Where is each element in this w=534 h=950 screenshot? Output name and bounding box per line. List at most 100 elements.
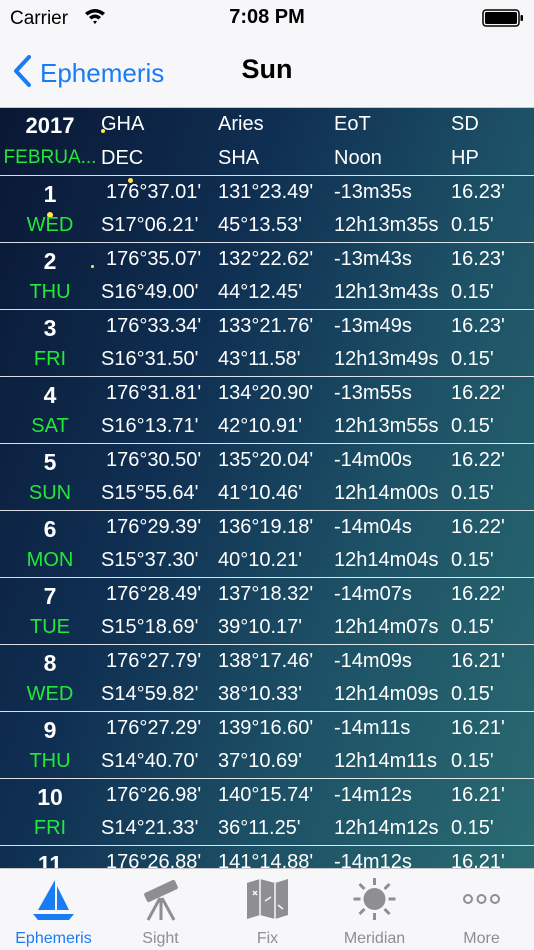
weekday-label: THU <box>29 281 71 303</box>
sd-value: 16.21' <box>451 851 505 868</box>
eot-value: -14m09s <box>334 650 412 672</box>
header-eot: EoT <box>334 113 371 135</box>
weekday-label: TUE <box>30 616 70 638</box>
sha-value: 42°10.91' <box>218 415 303 437</box>
gha-value: 176°35.07' <box>106 248 202 270</box>
day-number: 1 <box>43 181 57 207</box>
table-row[interactable]: 8 176°27.79' 138°17.46' -14m09s 16.21' WED S14… <box>0 644 534 711</box>
table-row[interactable]: 6 176°29.39' 136°19.18' -14m04s 16.22' MON S15… <box>0 510 534 577</box>
tab-ephemeris[interactable]: Ephemeris <box>0 869 107 950</box>
table-row[interactable]: 9 176°27.29' 139°16.60' -14m11s 16.21' THU S14… <box>0 711 534 778</box>
header-gha: GHA <box>101 113 145 135</box>
aries-value: 141°14.88' <box>218 851 314 868</box>
eot-value: -14m07s <box>334 583 412 605</box>
aries-value: 134°20.90' <box>218 382 314 404</box>
dec-value: S17°06.21' <box>101 214 199 236</box>
tab-fix[interactable]: Fix <box>214 869 321 950</box>
navigation-bar: Ephemeris Sun <box>0 38 534 108</box>
weekday-label: WED <box>26 683 74 705</box>
eot-value: -13m49s <box>334 315 412 337</box>
month-label: FEBRUA... <box>3 147 97 168</box>
hp-value: 0.15' <box>451 415 494 437</box>
noon-value: 12h13m49s <box>334 348 439 370</box>
aries-value: 137°18.32' <box>218 583 314 605</box>
weekday-label: FRI <box>33 348 67 370</box>
noon-value: 12h13m35s <box>334 214 439 236</box>
sha-value: 45°13.53' <box>218 214 303 236</box>
gha-value: 176°37.01' <box>106 181 202 203</box>
table-row[interactable]: 1 176°37.01' 131°23.49' -13m35s 16.23' WED S17… <box>0 175 534 242</box>
tab-sight[interactable]: Sight <box>107 869 214 950</box>
aries-value: 136°19.18' <box>218 516 314 538</box>
tab-meridian[interactable]: Meridian <box>321 869 428 950</box>
dec-value: S15°55.64' <box>101 482 199 504</box>
dec-value: S16°13.71' <box>101 415 199 437</box>
hp-value: 0.15' <box>451 817 494 839</box>
sd-value: 16.23' <box>451 315 505 337</box>
table-row[interactable]: 11 176°26.88' 141°14.88' -14m12s 16.21' <box>0 845 534 868</box>
table-row[interactable]: 4 176°31.81' 134°20.90' -13m55s 16.22' SAT S16… <box>0 376 534 443</box>
aries-value: 135°20.04' <box>218 449 314 471</box>
day-number: 8 <box>43 650 57 676</box>
hp-value: 0.15' <box>451 281 494 303</box>
dec-value: S15°18.69' <box>101 616 199 638</box>
noon-value: 12h14m09s <box>334 683 439 705</box>
sd-value: 16.21' <box>451 650 505 672</box>
noon-value: 12h13m55s <box>334 415 439 437</box>
header-row-1: 2017 GHA Aries EoT SD <box>0 113 534 146</box>
eot-value: -14m00s <box>334 449 412 471</box>
table-row[interactable]: 7 176°28.49' 137°18.32' -14m07s 16.22' TUE S15… <box>0 577 534 644</box>
sha-value: 39°10.17' <box>218 616 303 638</box>
aries-value: 138°17.46' <box>218 650 314 672</box>
day-number: 10 <box>37 784 63 810</box>
header-dec: DEC <box>101 147 144 169</box>
tab-label: Fix <box>256 930 279 947</box>
hp-value: 0.15' <box>451 750 494 772</box>
eot-value: -13m43s <box>334 248 412 270</box>
hp-value: 0.15' <box>451 482 494 504</box>
hp-value: 0.15' <box>451 683 494 705</box>
tab-label: Meridian <box>343 930 406 947</box>
hp-value: 0.15' <box>451 549 494 571</box>
table-row[interactable]: 10 176°26.98' 140°15.74' -14m12s 16.21' FRI S1… <box>0 778 534 845</box>
sha-value: 41°10.46' <box>218 482 303 504</box>
table-row[interactable]: 5 176°30.50' 135°20.04' -14m00s 16.22' SUN S15… <box>0 443 534 510</box>
gha-value: 176°26.88' <box>106 851 202 868</box>
sd-value: 16.21' <box>451 784 505 806</box>
day-number: 4 <box>43 382 57 408</box>
weekday-label: SAT <box>31 415 69 437</box>
eot-value: -14m04s <box>334 516 412 538</box>
gha-value: 176°28.49' <box>106 583 202 605</box>
page-title: Sun <box>241 54 293 84</box>
sd-value: 16.23' <box>451 181 505 203</box>
day-number: 6 <box>43 516 57 542</box>
table-row[interactable]: 3 176°33.34' 133°21.76' -13m49s 16.23' FRI S16… <box>0 309 534 376</box>
day-number: 2 <box>43 248 57 274</box>
header-noon: Noon <box>334 147 382 169</box>
ephemeris-table[interactable]: 2017 GHA Aries EoT SD FEBRUA... DEC SHA … <box>0 108 534 868</box>
eot-value: -14m11s <box>334 717 411 739</box>
eot-value: -13m35s <box>334 181 412 203</box>
header-aries: Aries <box>218 113 264 135</box>
dec-value: S16°49.00' <box>101 281 199 303</box>
sha-value: 38°10.33' <box>218 683 303 705</box>
eot-value: -13m55s <box>334 382 412 404</box>
tab-more[interactable]: More <box>428 869 534 950</box>
eot-value: -14m12s <box>334 851 412 868</box>
sha-value: 44°12.45' <box>218 281 303 303</box>
table-row[interactable]: 2 176°35.07' 132°22.62' -13m43s 16.23' THU S16… <box>0 242 534 309</box>
sha-value: 40°10.21' <box>218 549 303 571</box>
gha-value: 176°29.39' <box>106 516 202 538</box>
sd-value: 16.22' <box>451 449 505 471</box>
gha-value: 176°30.50' <box>106 449 202 471</box>
header-hp: HP <box>451 147 479 169</box>
dec-value: S14°59.82' <box>101 683 199 705</box>
day-number: 5 <box>43 449 57 475</box>
aries-value: 140°15.74' <box>218 784 314 806</box>
gha-value: 176°33.34' <box>106 315 202 337</box>
noon-value: 12h14m04s <box>334 549 439 571</box>
noon-value: 12h13m43s <box>334 281 439 303</box>
dec-value: S16°31.50' <box>101 348 199 370</box>
weekday-label: SUN <box>28 482 72 504</box>
weekday-label: WED <box>26 214 74 236</box>
